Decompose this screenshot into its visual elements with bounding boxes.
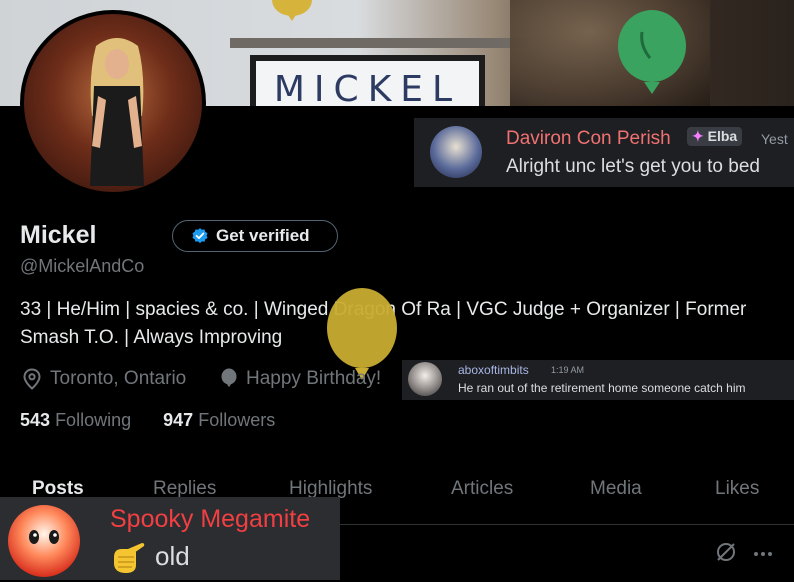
followers-count: 947 [163,410,194,430]
discord-username: Daviron Con Perish [506,128,671,149]
guild-tag-icon: ✦ [692,128,704,144]
discord-guild-tag: ✦ Elba [687,127,743,146]
balloon-icon [272,0,312,21]
banner-sign-text: MICKEL [273,69,462,106]
discord-timestamp: 1:19 AM [551,365,585,375]
discord-timestamp: Yest [761,131,788,147]
profile-avatar[interactable] [20,10,206,196]
banner-shelf [230,38,530,48]
discord-message-overlay: Daviron Con Perish ✦ Elba Yest Alright u… [414,118,794,187]
profile-handle: @MickelAndCo [20,256,145,276]
following-label: Following [55,410,132,430]
discord-message-overlay: Spooky Megamite old [0,497,340,580]
tab-likes[interactable]: Likes [715,478,759,500]
discord-message-text: He ran out of the retirement home someon… [458,381,746,395]
followers-link[interactable]: 947 Followers [163,410,275,430]
post-action-icons [714,540,774,564]
profile-stats: 543 Following 947 Followers [20,410,275,431]
discord-user-avatar [8,505,80,577]
discord-username: aboxoftimbits [458,363,529,377]
tab-media[interactable]: Media [590,478,642,500]
following-count: 543 [20,410,51,430]
tab-articles[interactable]: Articles [451,478,513,500]
verified-badge-icon [192,228,208,244]
discord-message-text: Alright unc let's get you to bed [506,156,760,177]
grok-icon[interactable] [714,540,738,564]
guild-tag-label: Elba [707,128,738,144]
discord-user-avatar [430,126,482,178]
location-text: Toronto, Ontario [50,368,187,389]
balloon-icon [618,10,686,94]
profile-birthday: Happy Birthday! [220,368,381,390]
balloon-birthday-icon [221,368,237,387]
discord-username: Spooky Megamite [110,505,311,533]
discord-message-overlay: aboxoftimbits 1:19 AM He ran out of the … [402,360,794,400]
banner-lightbox-sign: MICKEL [250,55,485,106]
discord-message-text: old [155,541,190,571]
get-verified-label: Get verified [216,226,310,245]
get-verified-button[interactable]: Get verified [172,220,338,252]
profile-display-name: Mickel [20,221,97,249]
mascot-face-icon [29,530,59,544]
profile-bio: 33 | He/Him | spacies & co. | Winged Dra… [20,299,747,348]
pointing-hand-emoji-icon [114,543,145,573]
birthday-text: Happy Birthday! [246,368,382,389]
followers-label: Followers [198,410,276,430]
location-pin-icon [23,368,41,390]
profile-location: Toronto, Ontario [22,368,186,390]
person-photo [90,38,144,186]
following-link[interactable]: 543 Following [20,410,131,430]
discord-user-avatar [408,362,442,396]
more-options-icon[interactable] [752,540,774,564]
